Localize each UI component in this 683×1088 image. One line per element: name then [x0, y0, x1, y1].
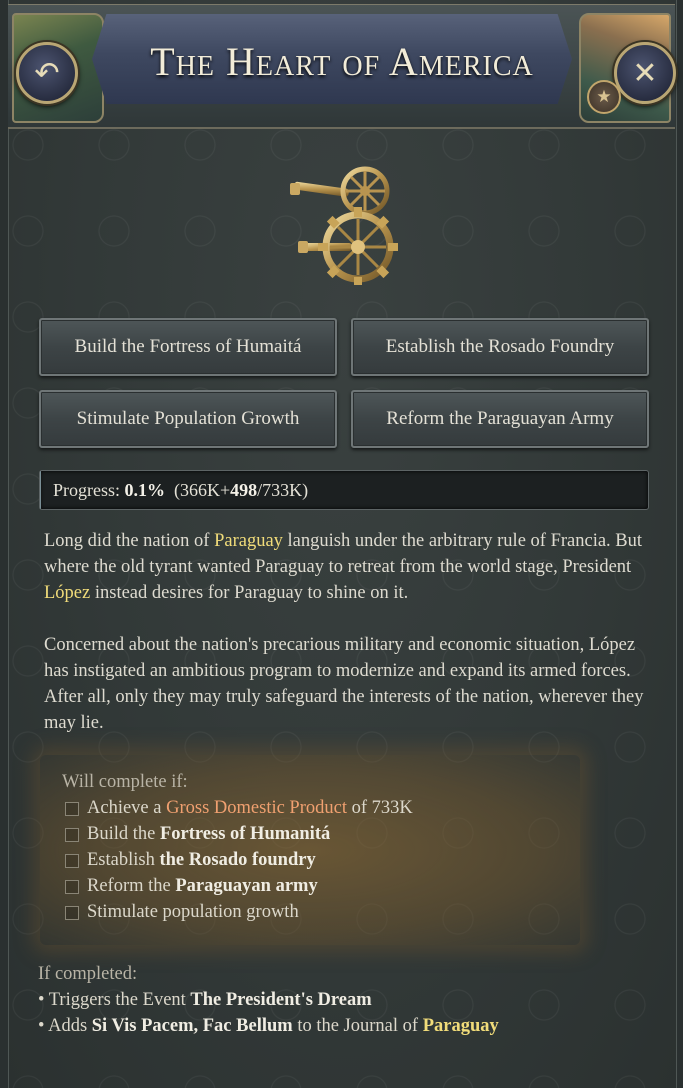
- requirement-text: Stimulate population growth: [87, 902, 299, 922]
- reform-army-label: Reform the Paraguayan Army: [386, 408, 614, 429]
- effect-trigger-event: • Triggers the Event The President's Dre…: [38, 990, 372, 1011]
- military-gears-icon: [290, 165, 400, 287]
- requirements-title: Will complete if:: [62, 772, 188, 792]
- checkbox: [65, 853, 79, 868]
- progress-current: (366K+: [174, 480, 231, 500]
- requirement-gdp: Achieve a Gross Domestic Product of 733K: [65, 798, 413, 819]
- page-title: The Heart of America: [150, 39, 534, 84]
- progress-text: Progress: 0.1% (366K+498/733K): [53, 480, 308, 501]
- close-button[interactable]: ✕: [614, 42, 676, 104]
- establish-foundry-button[interactable]: Establish the Rosado Foundry: [351, 318, 649, 376]
- checkbox: [65, 801, 79, 816]
- effect-add-journal: • Adds Si Vis Pacem, Fac Bellum to the J…: [38, 1016, 499, 1037]
- build-fortress-label: Build the Fortress of Humaitá: [74, 336, 302, 357]
- star-icon: ★: [596, 87, 612, 107]
- progress-bar-fill: [40, 471, 41, 509]
- description-text: Long did the nation of: [44, 531, 215, 551]
- country-link-paraguay[interactable]: Paraguay: [423, 1016, 499, 1036]
- effects-title: If completed:: [38, 964, 138, 984]
- progress-percent: 0.1%: [124, 480, 166, 500]
- requirement-text: Build the: [87, 824, 156, 844]
- effect-text: • Triggers the Event: [38, 990, 191, 1010]
- stimulate-growth-button[interactable]: Stimulate Population Growth: [39, 390, 337, 448]
- progress-increment: 498: [230, 480, 258, 500]
- back-button[interactable]: ↶: [16, 42, 78, 104]
- journal-entry-link[interactable]: Si Vis Pacem, Fac Bellum: [92, 1016, 293, 1036]
- description-paragraph-2: Concerned about the nation's precarious …: [44, 635, 644, 733]
- progress-label: Progress:: [53, 480, 120, 500]
- requirement-text: Achieve a: [87, 798, 162, 818]
- requirement-text: of 733K: [351, 798, 413, 818]
- description-paragraph-1: Long did the nation of Paraguay languish…: [44, 528, 654, 606]
- character-link-lopez[interactable]: López: [44, 583, 90, 603]
- event-link[interactable]: The President's Dream: [190, 990, 371, 1010]
- requirement-text: Establish: [87, 850, 155, 870]
- requirement-target: Paraguayan army: [175, 876, 318, 896]
- effect-text: • Adds: [38, 1016, 92, 1036]
- requirement-target: the Rosado foundry: [159, 850, 316, 870]
- description-text: instead desires for Paraguay to shine on…: [90, 583, 409, 603]
- favorite-button[interactable]: ★: [587, 80, 621, 114]
- build-fortress-button[interactable]: Build the Fortress of Humaitá: [39, 318, 337, 376]
- checkbox: [65, 879, 79, 894]
- stimulate-growth-label: Stimulate Population Growth: [76, 408, 300, 429]
- checkbox: [65, 905, 79, 920]
- requirement-foundry: Establish the Rosado foundry: [65, 850, 316, 871]
- requirement-target: Fortress of Humanitá: [159, 824, 331, 844]
- requirement-army: Reform the Paraguayan army: [65, 876, 318, 897]
- gdp-link[interactable]: Gross Domestic Product: [166, 798, 347, 819]
- progress-target: /733K): [257, 480, 309, 500]
- requirement-fortress: Build the Fortress of Humanitá: [65, 824, 330, 845]
- progress-bar: Progress: 0.1% (366K+498/733K): [39, 470, 649, 510]
- effect-text: to the Journal of: [292, 1016, 423, 1036]
- country-link-paraguay[interactable]: Paraguay: [214, 531, 283, 551]
- establish-foundry-label: Establish the Rosado Foundry: [385, 336, 615, 357]
- requirement-text: Reform the: [87, 876, 171, 896]
- reform-army-button[interactable]: Reform the Paraguayan Army: [351, 390, 649, 448]
- close-icon: ✕: [632, 55, 658, 91]
- journal-description: Long did the nation of Paraguay languish…: [44, 528, 654, 762]
- checkbox: [65, 827, 79, 842]
- requirement-population: Stimulate population growth: [65, 902, 299, 923]
- back-arrow-icon: ↶: [34, 55, 60, 91]
